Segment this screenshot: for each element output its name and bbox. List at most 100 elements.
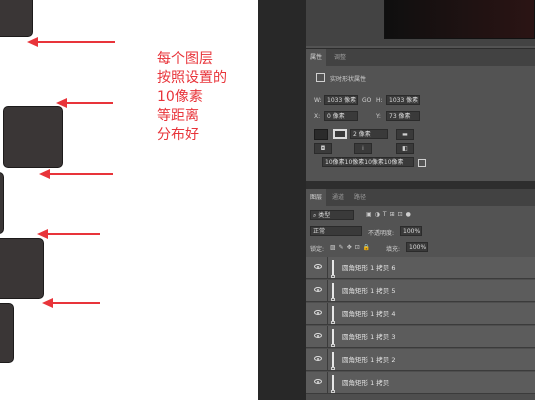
layer-row[interactable]: 圆角矩形 1 拷贝 2 — [306, 349, 535, 371]
canvas-area[interactable]: 每个图层 按照设置的 10像素 等距离 分布好 — [0, 0, 258, 400]
rounded-rect-1[interactable] — [0, 0, 33, 37]
layer-name[interactable]: 圆角矩形 1 拷贝 2 — [342, 349, 395, 371]
annotation-line: 分布好 — [157, 127, 199, 143]
corners-dropdown[interactable]: ◧ — [396, 143, 414, 154]
annotation-arrow — [42, 298, 100, 308]
shape-properties-icon — [316, 73, 325, 82]
eye-icon[interactable] — [314, 264, 322, 269]
vector-mask-icon — [331, 275, 335, 278]
annotation-arrow — [39, 169, 113, 179]
layer-thumbnail — [332, 306, 334, 322]
lock-icons[interactable]: ▨✎✥⊡🔒 — [330, 244, 373, 251]
layer-thumbnail — [332, 260, 334, 276]
layer-list: 圆角矩形 1 拷贝 6 圆角矩形 1 拷贝 5 圆角矩形 1 拷贝 4 圆角矩形… — [306, 257, 535, 400]
vector-mask-icon — [331, 298, 335, 301]
annotation-arrow — [37, 229, 100, 239]
layer-row[interactable]: 圆角矩形 1 拷贝 3 — [306, 326, 535, 348]
properties-tabbar: 属性 调整 — [306, 49, 535, 66]
annotation-line: 等距离 — [157, 108, 199, 124]
layer-name[interactable]: 圆角矩形 1 拷贝 4 — [342, 303, 395, 325]
separator — [327, 349, 328, 371]
lock-label: 锁定: — [310, 246, 325, 253]
separator — [327, 303, 328, 325]
layer-name[interactable]: 圆角矩形 1 拷贝 — [342, 372, 389, 394]
link-corners-icon[interactable] — [418, 159, 426, 167]
tab-layers[interactable]: 图层 — [306, 189, 327, 206]
vector-mask-icon — [331, 367, 335, 370]
layer-row[interactable]: 圆角矩形 1 拷贝 — [306, 372, 535, 394]
layer-row[interactable]: 圆角矩形 1 拷贝 6 — [306, 257, 535, 279]
layers-panel: 图层 通道 路径 ⌕ 类型 ▣◑T⊞⊡● 正常 不透明度: 100% 锁定: ▨… — [306, 189, 535, 400]
opacity-field[interactable]: 100% — [400, 226, 422, 236]
layer-name[interactable]: 圆角矩形 1 拷贝 5 — [342, 280, 395, 302]
layer-filter-dropdown[interactable]: ⌕ 类型 — [310, 210, 354, 220]
blend-mode-dropdown[interactable]: 正常 — [310, 226, 362, 236]
document-canvas[interactable] — [384, 0, 535, 39]
layer-name[interactable]: 圆角矩形 1 拷贝 3 — [342, 326, 395, 348]
rounded-rect-2[interactable] — [3, 106, 63, 168]
rounded-rect-3[interactable] — [0, 172, 4, 234]
align-dropdown[interactable]: ◘ — [314, 143, 332, 154]
corner-radius-tl[interactable]: 10像素 — [325, 159, 345, 166]
annotation-line: 10像素 — [157, 89, 203, 105]
vector-mask-icon — [331, 344, 335, 347]
link-icon[interactable]: GO — [362, 97, 371, 104]
tab-channels[interactable]: 通道 — [328, 189, 348, 206]
fill-label: 填充: — [386, 246, 401, 253]
eye-icon[interactable] — [314, 333, 322, 338]
eye-icon[interactable] — [314, 287, 322, 292]
w-label: W: — [314, 97, 322, 104]
fill-field[interactable]: 100% — [406, 242, 428, 252]
filter-icons[interactable]: ▣◑T⊞⊡● — [366, 211, 414, 218]
separator — [327, 326, 328, 348]
photoshop-window: 属性 调整 实时形状属性 W: 1033 像素 GO H: 1033 像素 X:… — [258, 0, 535, 400]
x-field[interactable]: 0 像素 — [324, 111, 358, 121]
corner-radius-fields[interactable]: 10像素10像素10像素10像素 — [322, 157, 414, 167]
annotation-arrow — [56, 98, 113, 108]
document-area — [306, 0, 535, 46]
annotation-arrow — [27, 37, 115, 47]
annotation-text: 每个图层 按照设置的 10像素 等距离 分布好 — [157, 50, 227, 145]
fill-swatch[interactable] — [314, 129, 328, 140]
layer-row[interactable]: 圆角矩形 1 拷贝 5 — [306, 280, 535, 302]
layer-thumbnail — [332, 375, 334, 391]
layer-thumbnail — [332, 352, 334, 368]
annotation-line: 按照设置的 — [157, 70, 227, 86]
opacity-label: 不透明度: — [368, 230, 395, 237]
tab-paths[interactable]: 路径 — [350, 189, 370, 206]
separator — [327, 257, 328, 279]
tab-properties[interactable]: 属性 — [306, 49, 327, 66]
annotation-line: 每个图层 — [157, 51, 213, 67]
eye-icon[interactable] — [314, 310, 322, 315]
eye-icon[interactable] — [314, 379, 322, 384]
layers-tabbar: 图层 通道 路径 — [306, 189, 535, 206]
rounded-rect-4[interactable] — [0, 238, 44, 299]
eye-icon[interactable] — [314, 356, 322, 361]
height-field[interactable]: 1033 像素 — [386, 95, 420, 105]
separator — [327, 280, 328, 302]
panel-divider — [306, 181, 535, 189]
corner-radius-tr[interactable]: 10像素 — [345, 159, 365, 166]
properties-panel: 属性 调整 实时形状属性 W: 1033 像素 GO H: 1033 像素 X:… — [306, 48, 535, 182]
stroke-width-field[interactable]: 2 像素 — [350, 129, 388, 139]
vector-mask-icon — [331, 321, 335, 324]
width-field[interactable]: 1033 像素 — [324, 95, 358, 105]
properties-title: 实时形状属性 — [330, 76, 367, 83]
y-field[interactable]: 73 像素 — [386, 111, 420, 121]
caps-dropdown[interactable]: ⁞ — [354, 143, 372, 154]
rounded-rect-5[interactable] — [0, 303, 14, 363]
layer-row[interactable]: 圆角矩形 1 拷贝 4 — [306, 303, 535, 325]
corner-radius-bl[interactable]: 10像素 — [364, 159, 384, 166]
layer-name[interactable]: 圆角矩形 1 拷贝 6 — [342, 257, 395, 279]
y-label: Y: — [376, 113, 381, 120]
layer-thumbnail — [332, 329, 334, 345]
tab-adjustments[interactable]: 调整 — [330, 49, 350, 66]
separator — [327, 372, 328, 394]
layer-thumbnail — [332, 283, 334, 299]
stroke-swatch[interactable] — [333, 129, 347, 139]
corner-radius-br[interactable]: 10像素 — [384, 159, 404, 166]
h-label: H: — [376, 97, 383, 104]
vector-mask-icon — [331, 390, 335, 393]
stroke-type-dropdown[interactable]: ▬ — [396, 129, 414, 140]
x-label: X: — [314, 113, 321, 120]
